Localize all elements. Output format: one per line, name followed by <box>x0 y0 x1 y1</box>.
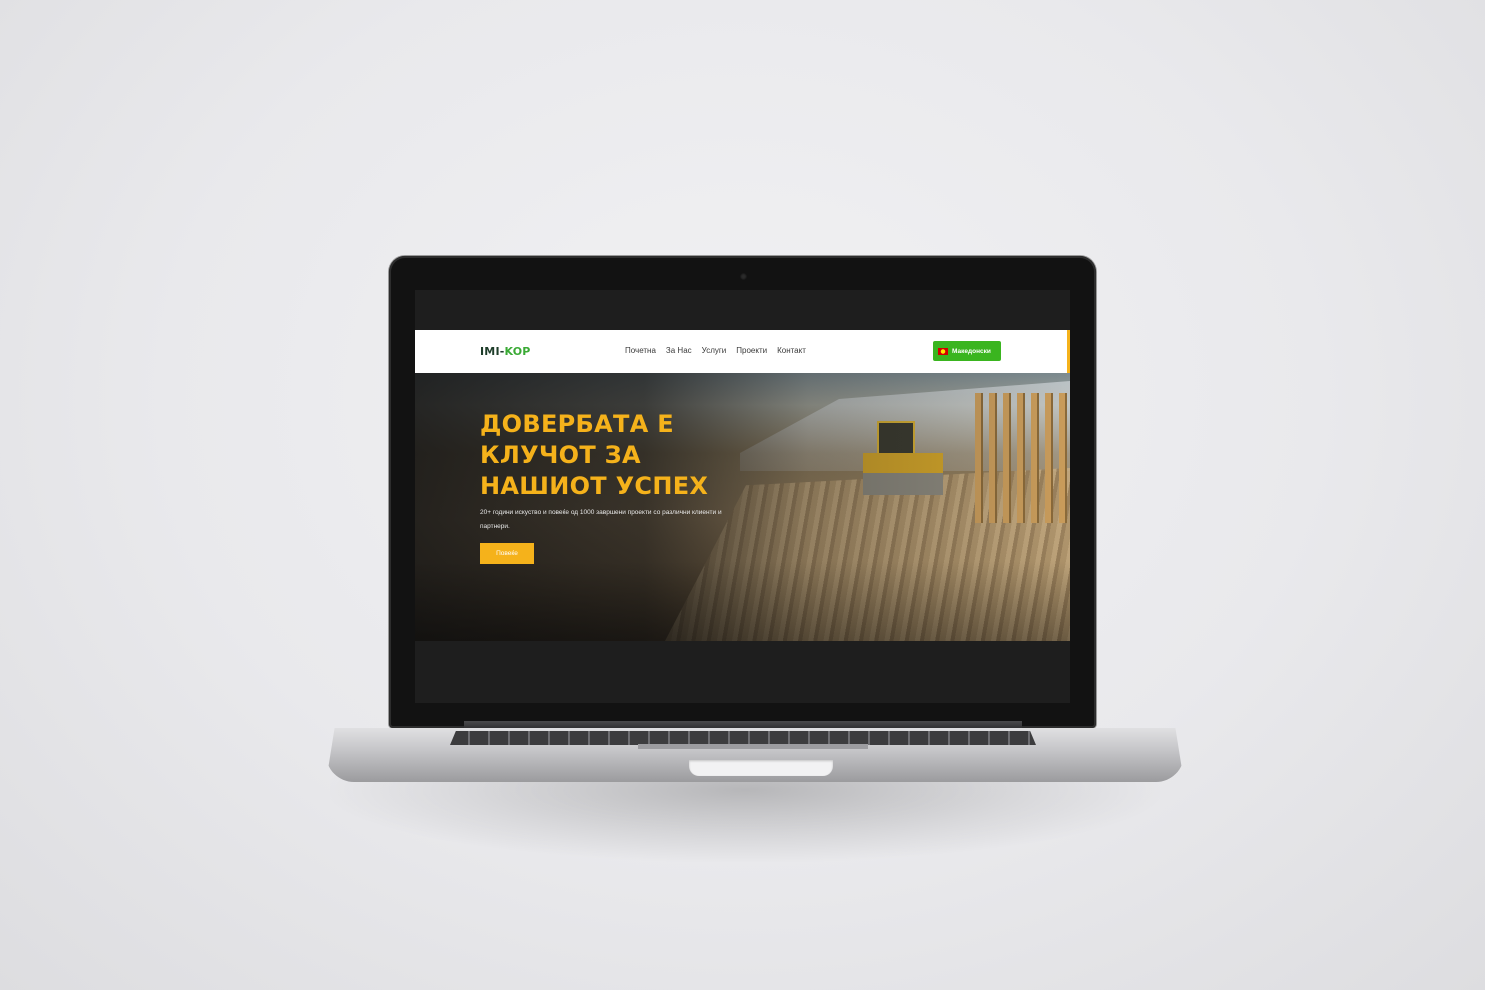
laptop-opening-notch <box>689 760 833 776</box>
hero-title: ДОВЕРБАТА Е КЛУЧОТ ЗА НАШИОТ УСПЕХ <box>480 410 709 500</box>
nav-item-services[interactable]: Услуги <box>702 346 727 355</box>
camera-icon <box>740 273 747 280</box>
laptop-lid: IMI-KOP Почетна За Нас Услуги Проекти Ко… <box>389 256 1096 728</box>
more-button[interactable]: Повеќе <box>480 543 534 564</box>
logo-text-main: IMI- <box>480 345 505 358</box>
nav-item-about[interactable]: За Нас <box>666 346 692 355</box>
nav-item-projects[interactable]: Проекти <box>736 346 767 355</box>
hero-bottom-shade <box>415 561 1070 641</box>
language-label: Македонски <box>952 347 991 355</box>
hero-slide: ДОВЕРБАТА Е КЛУЧОТ ЗА НАШИОТ УСПЕХ 20+ г… <box>415 373 1070 641</box>
nav-item-home[interactable]: Почетна <box>625 346 656 355</box>
laptop-keyboard <box>450 731 1036 745</box>
language-button[interactable]: Македонски <box>933 341 1001 361</box>
laptop-shadow <box>330 772 1160 862</box>
laptop-screen: IMI-KOP Почетна За Нас Услуги Проекти Ко… <box>415 290 1070 703</box>
navbar-accent-bar <box>1067 330 1070 373</box>
site-logo[interactable]: IMI-KOP <box>480 345 531 358</box>
laptop-trackpad-edge <box>638 744 868 749</box>
nav-menu: Почетна За Нас Услуги Проекти Контакт <box>625 346 806 355</box>
logo-text-accent: KOP <box>504 345 531 358</box>
macedonian-flag-icon <box>938 347 948 355</box>
nav-item-contact[interactable]: Контакт <box>777 346 806 355</box>
hero-subtitle: 20+ години искуство и повеќе од 1000 зав… <box>480 509 722 530</box>
site-navbar: IMI-KOP Почетна За Нас Услуги Проекти Ко… <box>415 330 1070 373</box>
